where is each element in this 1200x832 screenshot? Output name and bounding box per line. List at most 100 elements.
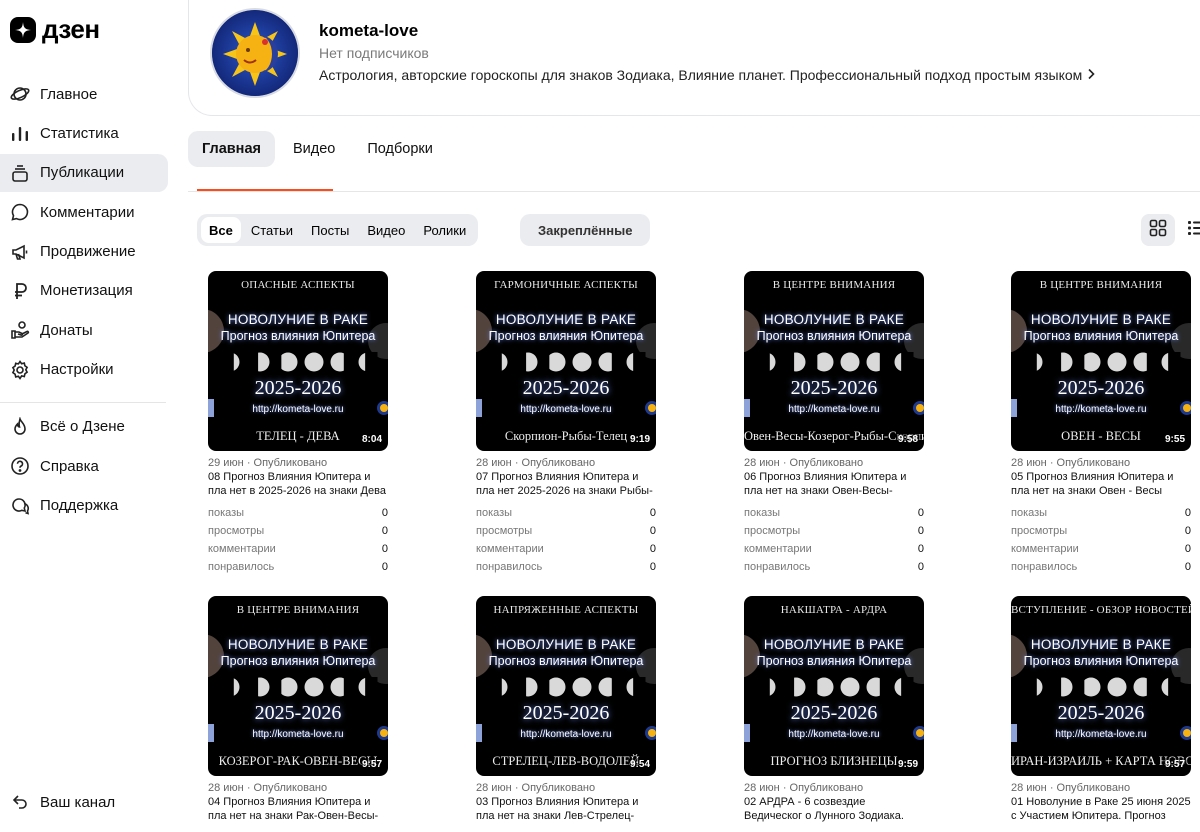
sidebar-item-your-channel[interactable]: Ваш канал [0, 783, 168, 821]
card-title[interactable]: 06 Прогноз Влияния Юпитера и пла нет на … [744, 470, 924, 498]
thumb-years: 2025-2026 [790, 377, 878, 399]
stat-value: 0 [381, 543, 388, 555]
thumb-url: http://kometa-love.ru [252, 729, 344, 740]
stat-views: просмотры 0 [744, 522, 924, 540]
publication-card[interactable]: НАПРЯЖЕННЫЕ АСПЕКТЫ НОВОЛУНИЕ В РАКЕ Прогн… [476, 596, 656, 823]
stat-views: просмотры 0 [476, 522, 656, 540]
video-thumbnail[interactable]: В ЦЕНТРЕ ВНИМАНИЯ НОВОЛУНИЕ В РАКЕ Прогноз… [208, 596, 388, 776]
channel-description-text: Астрология, авторские гороскопы для знак… [319, 67, 1083, 83]
sidebar-item-monetization[interactable]: Монетизация [0, 272, 168, 310]
stat-value: 0 [917, 525, 924, 537]
sidebar-item-about-dzen[interactable]: Всё о Дзене [0, 408, 168, 446]
thumb-title-line1: НОВОЛУНИЕ В РАКЕ [227, 637, 369, 652]
thumb-title-line2: Прогноз влияния Юпитера [756, 329, 912, 343]
thumb-title-line2: Прогноз влияния Юпитера [488, 329, 644, 343]
video-thumbnail[interactable]: В ЦЕНТРЕ ВНИМАНИЯ НОВОЛУНИЕ В РАКЕ Прогноз… [1011, 271, 1191, 451]
thumb-url: http://kometa-love.ru [1055, 404, 1147, 415]
channel-avatar[interactable] [210, 8, 300, 98]
question-icon [10, 456, 30, 476]
filter-videos[interactable]: Видео [359, 217, 413, 243]
video-thumbnail[interactable]: В ЦЕНТРЕ ВНИМАНИЯ НОВОЛУНИЕ В РАКЕ Прогноз… [744, 271, 924, 451]
thumb-years: 2025-2026 [254, 377, 342, 399]
tab-collections[interactable]: Подборки [353, 131, 447, 167]
grid-view-button[interactable] [1141, 214, 1175, 246]
video-duration: 9:58 [895, 433, 920, 446]
filter-posts[interactable]: Посты [303, 217, 357, 243]
card-stats: показы 0 просмотры 0 комментарии 0 понравилось… [208, 504, 388, 576]
publication-card[interactable]: В ЦЕНТРЕ ВНИМАНИЯ НОВОЛУНИЕ В РАКЕ Прогноз… [744, 271, 924, 576]
publication-card[interactable]: ГАРМОНИЧНЫЕ АСПЕКТЫ НОВОЛУНИЕ В РАКЕ Прогн… [476, 271, 656, 576]
thumb-title-line1: НОВОЛУНИЕ В РАКЕ [763, 637, 905, 652]
sidebar-item-promotion[interactable]: Продвижение [0, 233, 168, 271]
sidebar-item-label: Настройки [40, 361, 114, 379]
stat-value: 0 [649, 507, 656, 519]
chevron-right-icon [1086, 67, 1096, 83]
back-arrow-icon [10, 792, 30, 812]
stat-value: 0 [917, 543, 924, 555]
tab-main[interactable]: Главная [188, 131, 275, 167]
stat-impressions: показы 0 [208, 504, 388, 522]
video-thumbnail[interactable]: ОПАСНЫЕ АСПЕКТЫ НОВОЛУНИЕ В РАКЕ Прогноз в… [208, 271, 388, 451]
tab-video[interactable]: Видео [279, 131, 349, 167]
sidebar-item-comments[interactable]: Комментарии [0, 193, 168, 231]
card-title[interactable]: 05 Прогноз Влияния Юпитера и пла нет на … [1011, 470, 1191, 498]
thumb-top-label: НАПРЯЖЕННЫЕ АСПЕКТЫ [493, 604, 639, 616]
card-title[interactable]: 08 Прогноз Влияния Юпитера и пла нет в 2… [208, 470, 388, 498]
stat-label: просмотры [1011, 525, 1068, 537]
filter-shorts[interactable]: Ролики [415, 217, 474, 243]
sidebar-item-label: Комментарии [40, 203, 135, 221]
publication-card[interactable]: ВСТУПЛЕНИЕ - ОБЗОР НОВОСТЕЙ НОВОЛУНИЕ В Р… [1011, 596, 1191, 823]
card-title[interactable]: 03 Прогноз Влияния Юпитера и пла нет на … [476, 795, 656, 823]
sidebar-item-label: Публикации [40, 164, 125, 182]
publication-card[interactable]: НАКШАТРА - АРДРА НОВОЛУНИЕ В РАКЕ Прогноз … [744, 596, 924, 823]
channel-description[interactable]: Астрология, авторские гороскопы для знак… [319, 67, 1096, 83]
filter-all[interactable]: Все [201, 217, 241, 243]
sidebar-item-settings[interactable]: Настройки [0, 351, 168, 389]
stat-value: 0 [1184, 507, 1191, 519]
sidebar-item-label: Всё о Дзене [40, 418, 125, 436]
video-thumbnail[interactable]: ВСТУПЛЕНИЕ - ОБЗОР НОВОСТЕЙ НОВОЛУНИЕ В Р… [1011, 596, 1191, 776]
card-title[interactable]: 01 Новолуние в Раке 25 июня 2025 с Участ… [1011, 795, 1191, 823]
stat-label: показы [208, 507, 245, 519]
stat-comments: комментарии 0 [208, 540, 388, 558]
sidebar-item-main[interactable]: Главное [0, 75, 168, 113]
stat-value: 0 [381, 507, 388, 519]
stat-label: просмотры [208, 525, 265, 537]
publication-card[interactable]: В ЦЕНТРЕ ВНИМАНИЯ НОВОЛУНИЕ В РАКЕ Прогноз… [1011, 271, 1191, 576]
channel-tabs: Главная Видео Подборки [188, 131, 447, 167]
stat-value: 0 [649, 543, 656, 555]
filter-articles[interactable]: Статьи [243, 217, 301, 243]
thumb-top-label: ГАРМОНИЧНЫЕ АСПЕКТЫ [494, 279, 638, 291]
sidebar-item-donations[interactable]: Донаты [0, 311, 168, 349]
sidebar-item-support[interactable]: Поддержка [0, 487, 168, 525]
card-title[interactable]: 07 Прогноз Влияния Юпитера и пла нет 202… [476, 470, 656, 498]
publication-card[interactable]: В ЦЕНТРЕ ВНИМАНИЯ НОВОЛУНИЕ В РАКЕ Прогноз… [208, 596, 388, 823]
stat-value: 0 [917, 561, 924, 573]
sidebar-item-publications[interactable]: Публикации [0, 153, 168, 192]
stat-likes: понравилось 0 [1011, 558, 1191, 576]
stat-label: показы [476, 507, 513, 519]
sidebar: дзен Главное Статистика Публикации Комме… [0, 0, 180, 832]
sidebar-item-help[interactable]: Справка [0, 447, 168, 485]
video-duration: 9:19 [627, 433, 652, 446]
sidebar-item-label: Монетизация [40, 282, 133, 300]
stat-label: комментарии [744, 543, 812, 555]
thumb-url: http://kometa-love.ru [1055, 729, 1147, 740]
sidebar-item-label: Статистика [40, 124, 119, 142]
video-duration: 9:59 [895, 758, 920, 771]
card-title[interactable]: 02 АРДРА - 6 созвездие Ведическог о Лунн… [744, 795, 924, 823]
stat-label: просмотры [744, 525, 801, 537]
card-stats: показы 0 просмотры 0 комментарии 0 понравилось… [744, 504, 924, 576]
video-thumbnail[interactable]: ГАРМОНИЧНЫЕ АСПЕКТЫ НОВОЛУНИЕ В РАКЕ Прогн… [476, 271, 656, 451]
sidebar-item-statistics[interactable]: Статистика [0, 114, 168, 152]
list-view-button[interactable] [1179, 214, 1200, 246]
video-thumbnail[interactable]: НАПРЯЖЕННЫЕ АСПЕКТЫ НОВОЛУНИЕ В РАКЕ Прогн… [476, 596, 656, 776]
card-title[interactable]: 04 Прогноз Влияния Юпитера и пла нет на … [208, 795, 388, 823]
publication-card[interactable]: ОПАСНЫЕ АСПЕКТЫ НОВОЛУНИЕ В РАКЕ Прогноз в… [208, 271, 388, 576]
pinned-filter-button[interactable]: Закреплённые [520, 214, 651, 246]
video-thumbnail[interactable]: НАКШАТРА - АРДРА НОВОЛУНИЕ В РАКЕ Прогноз … [744, 596, 924, 776]
megaphone-icon [10, 242, 30, 262]
donate-hand-icon [10, 320, 30, 340]
channel-name[interactable]: kometa-love [319, 21, 418, 41]
dzen-logo[interactable]: дзен [10, 14, 100, 45]
